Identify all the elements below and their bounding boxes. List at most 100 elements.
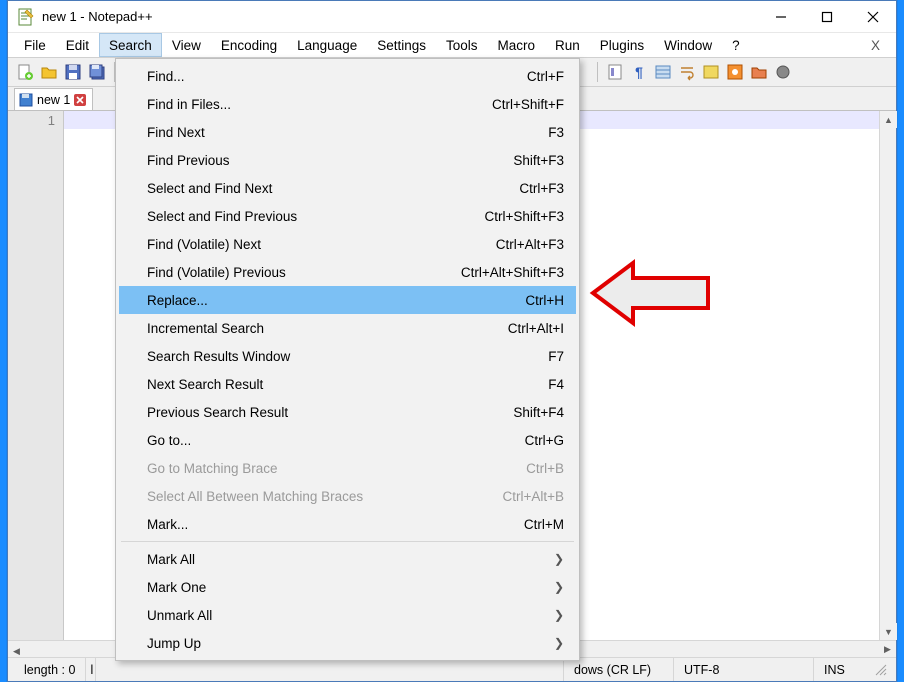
minimize-button[interactable] bbox=[758, 2, 804, 32]
doc-map-icon[interactable] bbox=[604, 61, 626, 83]
line-gutter: 1 bbox=[8, 111, 64, 657]
menu-item-mark[interactable]: Mark...Ctrl+M bbox=[119, 510, 576, 538]
title-bar: new 1 - Notepad++ bbox=[8, 1, 896, 33]
menu-item-label: Mark... bbox=[147, 517, 524, 532]
menu-item-find[interactable]: Find...Ctrl+F bbox=[119, 62, 576, 90]
tab-close-icon[interactable] bbox=[74, 94, 86, 106]
app-icon bbox=[16, 7, 36, 27]
menu-item-shortcut: Shift+F3 bbox=[513, 153, 564, 168]
resize-grip-icon[interactable] bbox=[872, 661, 890, 679]
save-all-icon[interactable] bbox=[86, 61, 108, 83]
app-window: new 1 - Notepad++ File Edit Search View … bbox=[7, 0, 897, 682]
status-spacer bbox=[96, 658, 564, 681]
menu-item-label: Find Next bbox=[147, 125, 548, 140]
menu-edit[interactable]: Edit bbox=[56, 33, 99, 57]
tab-new-1[interactable]: new 1 bbox=[14, 88, 93, 110]
submenu-arrow-icon: ❯ bbox=[554, 580, 564, 594]
menu-item-select-all-between-matching-braces: Select All Between Matching BracesCtrl+A… bbox=[119, 482, 576, 510]
save-icon[interactable] bbox=[62, 61, 84, 83]
menu-item-find-volatile-next[interactable]: Find (Volatile) NextCtrl+Alt+F3 bbox=[119, 230, 576, 258]
status-length: length : 0 bbox=[14, 658, 86, 681]
menu-item-label: Select and Find Previous bbox=[147, 209, 484, 224]
menu-item-find-volatile-previous[interactable]: Find (Volatile) PreviousCtrl+Alt+Shift+F… bbox=[119, 258, 576, 286]
status-eol[interactable]: dows (CR LF) bbox=[564, 658, 674, 681]
menu-item-shortcut: Ctrl+Alt+I bbox=[508, 321, 564, 336]
menu-item-mark-all[interactable]: Mark All❯ bbox=[119, 545, 576, 573]
menu-plugins[interactable]: Plugins bbox=[590, 33, 654, 57]
new-file-icon[interactable] bbox=[14, 61, 36, 83]
menu-item-shortcut: Ctrl+H bbox=[525, 293, 564, 308]
menu-item-label: Next Search Result bbox=[147, 377, 548, 392]
menu-search[interactable]: Search bbox=[99, 33, 162, 57]
menu-help[interactable]: ? bbox=[722, 33, 750, 57]
menu-item-label: Select and Find Next bbox=[147, 181, 519, 196]
tab-label: new 1 bbox=[37, 93, 70, 107]
menu-macro[interactable]: Macro bbox=[488, 33, 546, 57]
menu-item-label: Select All Between Matching Braces bbox=[147, 489, 502, 504]
status-encoding[interactable]: UTF-8 bbox=[674, 658, 814, 681]
menu-item-find-in-files[interactable]: Find in Files...Ctrl+Shift+F bbox=[119, 90, 576, 118]
menu-item-mark-one[interactable]: Mark One ❯ bbox=[119, 573, 576, 601]
close-button[interactable] bbox=[850, 2, 896, 32]
submenu-arrow-icon: ❯ bbox=[554, 636, 564, 650]
menu-item-select-and-find-next[interactable]: Select and Find NextCtrl+F3 bbox=[119, 174, 576, 202]
menu-item-label: Find in Files... bbox=[147, 97, 492, 112]
menu-item-find-next[interactable]: Find NextF3 bbox=[119, 118, 576, 146]
maximize-button[interactable] bbox=[804, 2, 850, 32]
scroll-right-icon[interactable]: ▶ bbox=[879, 641, 896, 658]
menu-run[interactable]: Run bbox=[545, 33, 590, 57]
menubar-close-x[interactable]: X bbox=[861, 33, 890, 57]
menu-item-replace[interactable]: Replace...Ctrl+H bbox=[119, 286, 576, 314]
status-mode[interactable]: INS bbox=[814, 658, 872, 681]
show-symbol-icon[interactable]: ¶ bbox=[628, 61, 650, 83]
scroll-down-icon[interactable]: ▼ bbox=[880, 623, 897, 640]
save-state-icon bbox=[19, 93, 33, 107]
menu-item-shortcut: Ctrl+M bbox=[524, 517, 564, 532]
menu-item-label: Go to Matching Brace bbox=[147, 461, 526, 476]
menu-settings[interactable]: Settings bbox=[367, 33, 436, 57]
menu-item-shortcut: F3 bbox=[548, 125, 564, 140]
arrow-annotation bbox=[588, 253, 718, 338]
menu-item-shortcut: F7 bbox=[548, 349, 564, 364]
menu-item-jump-up[interactable]: Jump Up❯ bbox=[119, 629, 576, 657]
menu-item-label: Unmark All bbox=[147, 608, 544, 623]
menu-view[interactable]: View bbox=[162, 33, 211, 57]
menu-encoding[interactable]: Encoding bbox=[211, 33, 287, 57]
menu-window[interactable]: Window bbox=[654, 33, 722, 57]
menu-item-label: Go to... bbox=[147, 433, 525, 448]
menu-file[interactable]: File bbox=[14, 33, 56, 57]
open-file-icon[interactable] bbox=[38, 61, 60, 83]
function-list-icon[interactable] bbox=[724, 61, 746, 83]
scroll-up-icon[interactable]: ▲ bbox=[880, 111, 897, 128]
menu-tools[interactable]: Tools bbox=[436, 33, 488, 57]
menu-divider bbox=[121, 541, 574, 542]
menu-item-next-search-result[interactable]: Next Search ResultF4 bbox=[119, 370, 576, 398]
menu-item-select-and-find-previous[interactable]: Select and Find PreviousCtrl+Shift+F3 bbox=[119, 202, 576, 230]
search-menu: Find...Ctrl+FFind in Files...Ctrl+Shift+… bbox=[115, 58, 580, 661]
menu-language[interactable]: Language bbox=[287, 33, 367, 57]
folder-icon[interactable] bbox=[748, 61, 770, 83]
menu-item-label: Search Results Window bbox=[147, 349, 548, 364]
menu-item-find-previous[interactable]: Find PreviousShift+F3 bbox=[119, 146, 576, 174]
menu-item-label: Find (Volatile) Next bbox=[147, 237, 496, 252]
menu-item-label: Mark One bbox=[147, 580, 544, 595]
menu-item-go-to[interactable]: Go to...Ctrl+G bbox=[119, 426, 576, 454]
indent-guide-icon[interactable] bbox=[652, 61, 674, 83]
menu-item-previous-search-result[interactable]: Previous Search ResultShift+F4 bbox=[119, 398, 576, 426]
status-lncol: l bbox=[86, 658, 96, 681]
vertical-scrollbar[interactable]: ▲ ▼ bbox=[879, 111, 896, 640]
menu-item-shortcut: Ctrl+Shift+F bbox=[492, 97, 564, 112]
user-lang-icon[interactable] bbox=[700, 61, 722, 83]
menu-item-shortcut: Ctrl+Alt+Shift+F3 bbox=[461, 265, 564, 280]
menu-item-shortcut: F4 bbox=[548, 377, 564, 392]
menu-item-shortcut: Shift+F4 bbox=[513, 405, 564, 420]
monitor-icon[interactable] bbox=[772, 61, 794, 83]
menu-item-incremental-search[interactable]: Incremental SearchCtrl+Alt+I bbox=[119, 314, 576, 342]
menu-item-shortcut: Ctrl+F bbox=[527, 69, 564, 84]
menu-item-search-results-window[interactable]: Search Results WindowF7 bbox=[119, 342, 576, 370]
wrap-icon[interactable] bbox=[676, 61, 698, 83]
menu-item-unmark-all[interactable]: Unmark All❯ bbox=[119, 601, 576, 629]
menu-item-label: Incremental Search bbox=[147, 321, 508, 336]
menu-item-go-to-matching-brace: Go to Matching BraceCtrl+B bbox=[119, 454, 576, 482]
window-title: new 1 - Notepad++ bbox=[42, 9, 758, 24]
